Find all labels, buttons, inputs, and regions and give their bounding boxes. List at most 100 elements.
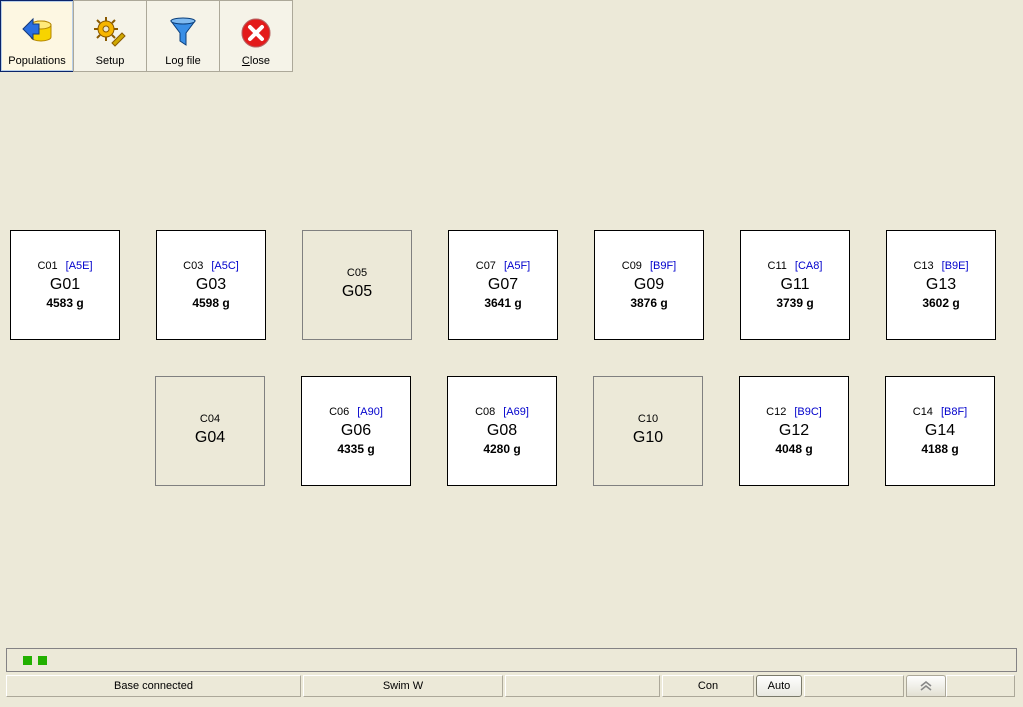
tile-g09[interactable]: C09 [B9F] G09 3876 g bbox=[594, 230, 704, 340]
populations-button[interactable]: Populations bbox=[0, 0, 74, 72]
tile-weight: 4280 g bbox=[483, 442, 520, 456]
tile-g12[interactable]: C12[B9C] G12 4048 g bbox=[739, 376, 849, 486]
close-label: Close bbox=[242, 55, 270, 67]
close-icon bbox=[238, 15, 274, 51]
status-blank-2 bbox=[804, 675, 904, 697]
tile-name: G06 bbox=[341, 422, 371, 440]
logfile-label: Log file bbox=[165, 55, 200, 67]
tile-name: G11 bbox=[780, 276, 809, 294]
tile-code: C11 bbox=[768, 261, 787, 272]
tile-row-1: C01[A5E]G014583 gC03[A5C]G034598 gC05G05… bbox=[10, 230, 1013, 340]
tile-row-2: C04G04C06[A90]G064335 gC08[A69]G084280 g… bbox=[10, 376, 1013, 486]
tile-code-line: C04 bbox=[200, 414, 220, 425]
logfile-button[interactable]: Log file bbox=[146, 0, 220, 72]
tile-g04[interactable]: C04G04 bbox=[155, 376, 265, 486]
tile-code: C10 bbox=[638, 414, 658, 425]
tile-code: C14 bbox=[913, 407, 933, 418]
status-con: Con bbox=[662, 675, 754, 697]
tile-hex: [B8F] bbox=[941, 407, 967, 418]
tile-name: G05 bbox=[342, 283, 372, 301]
tile-code-line: C11 [CA8] bbox=[768, 261, 823, 272]
funnel-icon bbox=[165, 15, 201, 51]
tile-weight: 3641 g bbox=[484, 296, 521, 310]
tile-code: C03 bbox=[183, 261, 203, 272]
tile-code-line: C06 [A90] bbox=[329, 407, 383, 418]
status-strip: Base connected Swim W Con Auto bbox=[6, 675, 1017, 697]
tile-g07[interactable]: C07 [A5F] G07 3641 g bbox=[448, 230, 558, 340]
tile-hex: [B9C] bbox=[794, 407, 822, 418]
tile-code: C09 bbox=[622, 261, 642, 272]
tile-code-line: C03 [A5C] bbox=[183, 261, 239, 272]
tile-name: G04 bbox=[195, 429, 225, 447]
tile-g03[interactable]: C03 [A5C] G03 4598 g bbox=[156, 230, 266, 340]
status-blank-1 bbox=[505, 675, 660, 697]
populations-label: Populations bbox=[8, 55, 66, 67]
tile-hex: [A5E] bbox=[66, 261, 93, 272]
tile-g06[interactable]: C06 [A90] G06 4335 g bbox=[301, 376, 411, 486]
tile-hex: [A5C] bbox=[211, 261, 239, 272]
tile-g10[interactable]: C10G10 bbox=[593, 376, 703, 486]
chevron-up-icon bbox=[919, 681, 933, 691]
tile-code-line: C08 [A69] bbox=[475, 407, 529, 418]
status-led-1 bbox=[23, 656, 32, 665]
tile-grid: C01[A5E]G014583 gC03[A5C]G034598 gC05G05… bbox=[10, 230, 1013, 522]
auto-button[interactable]: Auto bbox=[756, 675, 802, 697]
tile-name: G10 bbox=[633, 429, 663, 447]
expand-button[interactable] bbox=[906, 675, 946, 697]
tile-code-line: C07 [A5F] bbox=[476, 261, 530, 272]
tile-hex: [A69] bbox=[503, 407, 529, 418]
tile-g05[interactable]: C05G05 bbox=[302, 230, 412, 340]
main-toolbar: Populations Setup bbox=[0, 0, 293, 72]
tile-weight: 3876 g bbox=[630, 296, 667, 310]
status-led-2 bbox=[38, 656, 47, 665]
tile-g13[interactable]: C13 [B9E] G13 3602 g bbox=[886, 230, 996, 340]
tile-code: C07 bbox=[476, 261, 496, 272]
tile-code-line: C10 bbox=[638, 414, 658, 425]
tile-hex: [B9F] bbox=[650, 261, 676, 272]
tile-weight: 4583 g bbox=[46, 296, 83, 310]
tile-code: C06 bbox=[329, 407, 349, 418]
tile-g01[interactable]: C01 [A5E] G01 4583 g bbox=[10, 230, 120, 340]
tile-code-line: C05 bbox=[347, 268, 367, 279]
tile-weight: 4335 g bbox=[337, 442, 374, 456]
tile-weight: 4598 g bbox=[192, 296, 229, 310]
tile-name: G13 bbox=[926, 276, 956, 294]
tile-code: C04 bbox=[200, 414, 220, 425]
tile-name: G01 bbox=[50, 276, 80, 294]
tile-hex: [CA8] bbox=[795, 261, 823, 272]
tile-code-line: C09 [B9F] bbox=[622, 261, 676, 272]
tile-weight: 4188 g bbox=[921, 442, 958, 456]
status-blank-3 bbox=[946, 675, 1015, 697]
tile-name: G07 bbox=[488, 276, 518, 294]
tile-code-line: C13 [B9E] bbox=[913, 261, 968, 272]
tile-hex: [B9E] bbox=[942, 261, 969, 272]
tile-code-line: C01 [A5E] bbox=[37, 261, 92, 272]
database-arrow-icon bbox=[19, 15, 55, 51]
tile-code-line: C14 [B8F] bbox=[913, 407, 967, 418]
tile-weight: 4048 g bbox=[775, 442, 812, 456]
tile-g08[interactable]: C08 [A69] G08 4280 g bbox=[447, 376, 557, 486]
close-button[interactable]: Close bbox=[219, 0, 293, 72]
tile-name: G14 bbox=[925, 422, 955, 440]
tile-name: G12 bbox=[779, 422, 809, 440]
setup-label: Setup bbox=[96, 55, 125, 67]
tile-weight: 3739 g bbox=[776, 296, 813, 310]
gears-icon bbox=[92, 15, 128, 51]
tile-code: C08 bbox=[475, 407, 495, 418]
tile-code: C05 bbox=[347, 268, 367, 279]
tile-code: C13 bbox=[913, 261, 933, 272]
led-bar bbox=[6, 648, 1017, 672]
tile-hex: [A90] bbox=[357, 407, 383, 418]
tile-name: G08 bbox=[487, 422, 517, 440]
tile-code: C01 bbox=[37, 261, 57, 272]
tile-name: G03 bbox=[196, 276, 226, 294]
tile-name: G09 bbox=[634, 276, 664, 294]
tile-g11[interactable]: C11 [CA8] G11 3739 g bbox=[740, 230, 850, 340]
tile-g14[interactable]: C14 [B8F] G14 4188 g bbox=[885, 376, 995, 486]
setup-button[interactable]: Setup bbox=[73, 0, 147, 72]
tile-hex: [A5F] bbox=[504, 261, 530, 272]
tile-weight: 3602 g bbox=[922, 296, 959, 310]
tile-code-line: C12[B9C] bbox=[766, 407, 822, 418]
status-base-connected: Base connected bbox=[6, 675, 301, 697]
status-swim: Swim W bbox=[303, 675, 503, 697]
